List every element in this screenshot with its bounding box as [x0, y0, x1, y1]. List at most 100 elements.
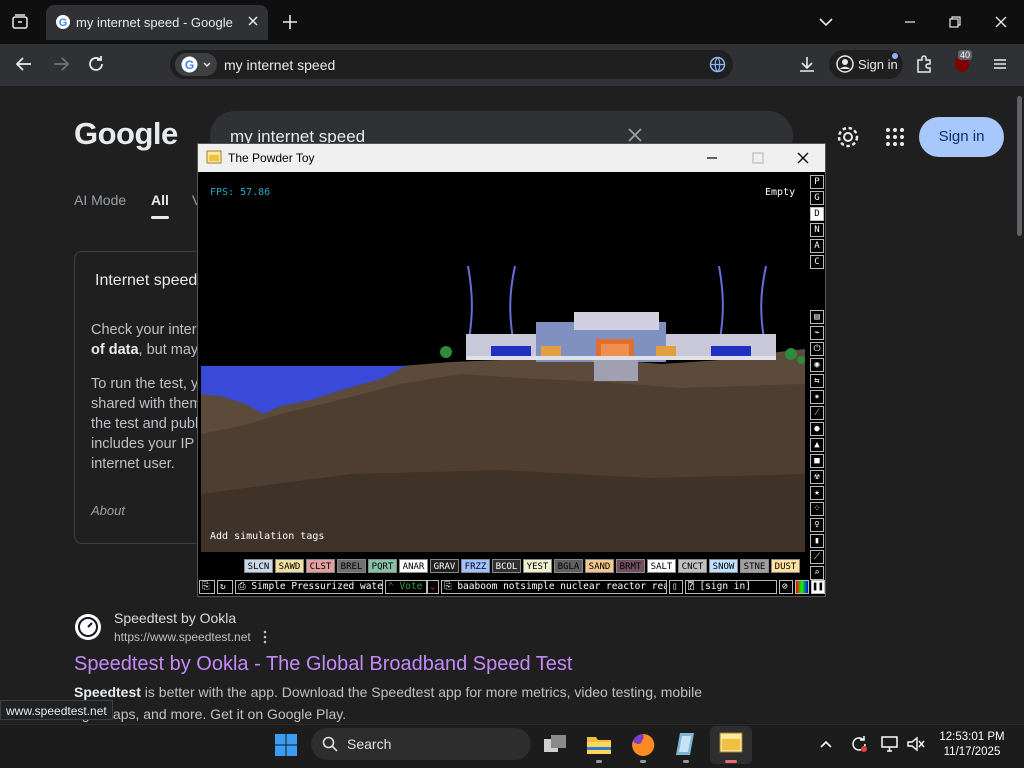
element-button[interactable]: SAWD [275, 559, 304, 573]
address-bar[interactable]: G my internet speed [170, 50, 733, 79]
wall-category-icon[interactable]: ▤ [810, 310, 824, 324]
element-button[interactable]: BGLA [554, 559, 583, 573]
element-button[interactable]: BRMT [616, 559, 645, 573]
add-simulation-tags[interactable]: Add simulation tags [210, 531, 324, 542]
google-logo[interactable]: Google [74, 116, 178, 152]
about-link[interactable]: About [91, 503, 125, 518]
translate-globe-icon[interactable] [709, 56, 726, 73]
close-window-icon[interactable] [991, 12, 1011, 32]
login-button[interactable]: ⍰ [sign in] [685, 580, 777, 594]
pause-sim-button[interactable]: P [810, 175, 824, 189]
element-button[interactable]: DUST [771, 559, 800, 573]
vote-down-icon[interactable]: ⌄ [427, 580, 439, 594]
console-button[interactable]: C [810, 255, 824, 269]
clear-sim-icon[interactable]: ⊘ [779, 580, 793, 594]
tab-list-chevron-icon[interactable] [816, 12, 836, 32]
network-icon[interactable] [880, 735, 900, 753]
liquid-category-icon[interactable]: ● [810, 422, 824, 436]
tools-category-icon[interactable]: ⟋ [810, 550, 824, 564]
browser-menu-icon[interactable] [990, 54, 1010, 74]
element-button[interactable]: CNCT [678, 559, 707, 573]
pt-maximize-icon[interactable] [751, 151, 765, 165]
element-button[interactable]: SALT [647, 559, 676, 573]
newtonian-button[interactable]: N [810, 223, 824, 237]
powder-toy-taskbar-button[interactable] [710, 726, 752, 764]
particles-category-icon[interactable]: ⁘ [810, 502, 824, 516]
solid-category-icon[interactable]: ■ [810, 454, 824, 468]
gas-category-icon[interactable]: ⁄ [810, 406, 824, 420]
firefox-icon[interactable] [630, 732, 656, 758]
clear-search-icon[interactable] [627, 127, 643, 143]
reload-sim-icon[interactable]: ↻ [217, 580, 233, 594]
element-button[interactable]: PQRT [368, 559, 397, 573]
decorations-button[interactable]: D [810, 207, 824, 221]
open-save-icon[interactable]: ⎘ [199, 580, 215, 594]
download-icon[interactable] [797, 54, 817, 74]
forward-arrow-icon[interactable] [50, 53, 72, 75]
app-crystal-icon[interactable] [674, 731, 698, 757]
file-explorer-icon[interactable] [586, 732, 612, 756]
description-field[interactable]: ⎘ baaboom notsimple nuclear reactor real… [441, 580, 667, 594]
tab-all[interactable]: All [151, 192, 169, 208]
extensions-puzzle-icon[interactable] [914, 54, 934, 74]
ublock-extension-icon[interactable]: 40 [952, 50, 973, 74]
back-arrow-icon[interactable] [13, 53, 35, 75]
element-button[interactable]: SLCN [244, 559, 273, 573]
vote-up-button[interactable]: ⌃ Vote [385, 580, 427, 594]
render-options-icon[interactable] [795, 580, 809, 594]
restore-window-icon[interactable] [945, 12, 965, 32]
save-name-button[interactable]: ⎙ Simple Pressurized wate... [235, 580, 383, 594]
force-category-icon[interactable]: ⇆ [810, 374, 824, 388]
special-category-icon[interactable]: ★ [810, 486, 824, 500]
life-category-icon[interactable]: ♀ [810, 518, 824, 532]
google-signin-button[interactable]: Sign in [919, 117, 1004, 157]
volume-muted-icon[interactable] [906, 735, 926, 753]
task-view-icon[interactable] [542, 733, 568, 755]
explosive-category-icon[interactable]: ✷ [810, 390, 824, 404]
air-button[interactable]: A [810, 239, 824, 253]
profile-signin-chip[interactable]: Sign in [829, 50, 903, 79]
radioactive-category-icon[interactable]: ☢ [810, 470, 824, 484]
element-button[interactable]: YEST [523, 559, 552, 573]
element-button[interactable]: BCOL [492, 559, 521, 573]
taskbar-search-box[interactable]: Search [311, 728, 531, 760]
element-button[interactable]: GRAV [430, 559, 459, 573]
sync-icon[interactable] [849, 735, 869, 753]
result-title-link[interactable]: Speedtest by Ookla - The Global Broadban… [74, 653, 572, 676]
pt-minimize-icon[interactable] [705, 151, 719, 165]
power-category-icon[interactable]: ⏻ [810, 342, 824, 356]
taskbar-clock[interactable]: 12:53:01 PM 11/17/2025 [932, 730, 1012, 760]
site-info-chip[interactable]: G [175, 53, 217, 76]
pt-close-icon[interactable] [796, 151, 810, 165]
powder-category-icon[interactable]: ▲ [810, 438, 824, 452]
page-scrollbar[interactable] [1017, 96, 1022, 236]
favorites-category-icon[interactable]: ▮ [810, 534, 824, 548]
new-sim-icon[interactable]: ▯ [669, 580, 683, 594]
element-button[interactable]: BREL [337, 559, 366, 573]
show-hidden-icons-chevron-icon[interactable] [818, 737, 834, 751]
apps-grid-icon[interactable] [884, 126, 906, 148]
more-options-icon[interactable] [260, 630, 270, 644]
tab-title: my internet speed - Google Sea [76, 15, 236, 30]
browser-tab-active[interactable]: G my internet speed - Google Sea [46, 5, 268, 40]
simulation-canvas[interactable]: FPS: 57.86 Empty Add simulation tags [201, 174, 805, 552]
tab-search-icon[interactable] [10, 12, 30, 32]
windows-start-icon[interactable] [274, 733, 298, 757]
element-button[interactable]: STNE [740, 559, 769, 573]
tab-ai-mode[interactable]: AI Mode [74, 192, 126, 208]
electronics-category-icon[interactable]: ⌁ [810, 326, 824, 340]
settings-gear-icon[interactable] [836, 125, 860, 149]
sensor-category-icon[interactable]: ◉ [810, 358, 824, 372]
pause-icon[interactable]: ❚❚ [811, 580, 825, 594]
close-tab-icon[interactable] [246, 14, 260, 28]
reload-icon[interactable] [85, 53, 107, 75]
minimize-window-icon[interactable] [900, 12, 920, 32]
element-button[interactable]: SNOW [709, 559, 738, 573]
new-tab-icon[interactable] [281, 13, 299, 31]
gravity-button[interactable]: G [810, 191, 824, 205]
element-button[interactable]: CLST [306, 559, 335, 573]
element-button[interactable]: FRZZ [461, 559, 490, 573]
element-button[interactable]: SAND [585, 559, 614, 573]
element-button[interactable]: ANAR [399, 559, 428, 573]
powder-toy-titlebar[interactable]: The Powder Toy [198, 144, 825, 172]
